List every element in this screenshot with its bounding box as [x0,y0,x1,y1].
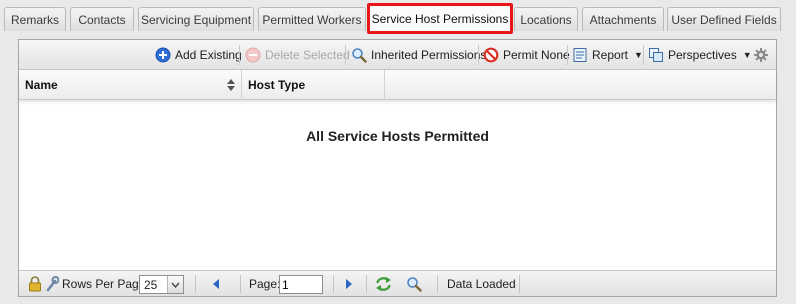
delete-circle-icon [245,47,261,63]
settings-button[interactable] [753,44,769,66]
perspectives-icon [648,47,664,63]
pager-footer: Rows Per Page: 25 Page: 1 Data Loaded [19,270,776,296]
pager-divider [437,275,438,293]
magnifier-icon [407,277,422,292]
tab-attachments[interactable]: Attachments [582,7,664,31]
perspectives-button[interactable]: Perspectives ▼ [648,44,752,66]
tab-servicing-equipment[interactable]: Servicing Equipment [138,7,254,31]
previous-page-button[interactable] [212,271,220,297]
add-existing-label: Add Existing [175,48,242,62]
tab-service-host-permissions[interactable]: Service Host Permissions [367,3,513,34]
status-text: Data Loaded [447,277,516,291]
column-header-label: Host Type [248,78,306,92]
pager-divider [333,275,334,293]
delete-selected-button[interactable]: Delete Selected [245,44,350,66]
gear-icon [753,47,769,63]
column-header-name[interactable]: Name [19,70,242,100]
pager-divider [195,275,196,293]
report-button[interactable]: Report ▼ [572,44,643,66]
column-header-host-type[interactable]: Host Type [242,70,385,100]
page-label: Page: [249,277,281,291]
toolbar: Add Existing Delete Selected Inherited P… [19,40,776,70]
toolbar-divider [567,45,568,65]
delete-selected-label: Delete Selected [265,48,350,62]
page-number-input[interactable] [279,275,323,294]
refresh-button[interactable] [375,271,392,297]
tab-contacts[interactable]: Contacts [70,7,134,31]
lock-icon[interactable] [28,271,42,297]
sort-icon [227,79,235,91]
add-circle-icon [155,47,171,63]
chevron-down-icon [167,276,183,293]
inherited-permissions-button[interactable]: Inherited Permissions [351,44,486,66]
tab-locations[interactable]: Locations [514,7,578,31]
rows-per-page-select[interactable]: 25 [139,275,184,294]
inherited-permissions-label: Inherited Permissions [371,48,487,62]
next-page-button[interactable] [345,271,353,297]
magnifier-icon [351,47,367,63]
perspectives-label: Perspectives [668,48,737,62]
chevron-down-icon: ▼ [742,50,752,60]
permissions-panel: Add Existing Delete Selected Inherited P… [18,39,777,297]
add-existing-button[interactable]: Add Existing [155,44,242,66]
permit-none-button[interactable]: Permit None [483,44,570,66]
arrow-right-icon [346,279,352,289]
tab-permitted-workers[interactable]: Permitted Workers [258,7,366,31]
wrench-icon[interactable] [45,271,59,297]
pager-divider [240,275,241,293]
prohibited-icon [483,47,499,63]
rows-per-page-label: Rows Per Page: [62,277,149,291]
grid-header: Name Host Type [19,70,776,100]
pager-divider [519,275,520,293]
report-label: Report [592,48,629,62]
refresh-icon [376,277,391,291]
search-button[interactable] [406,271,422,297]
column-header-label: Name [25,78,58,92]
permit-none-label: Permit None [503,48,570,62]
chevron-down-icon: ▼ [634,50,643,60]
report-icon [572,47,588,63]
tab-remarks[interactable]: Remarks [4,7,66,31]
pager-divider [366,275,367,293]
tab-bar: Remarks Contacts Servicing Equipment Per… [0,0,796,34]
tab-user-defined-fields[interactable]: User Defined Fields [667,7,781,31]
toolbar-divider [478,45,479,65]
toolbar-divider [643,45,644,65]
toolbar-divider [345,45,346,65]
arrow-left-icon [213,279,219,289]
rows-per-page-value: 25 [144,277,158,292]
toolbar-divider [239,45,240,65]
empty-grid-message: All Service Hosts Permitted [306,128,489,144]
